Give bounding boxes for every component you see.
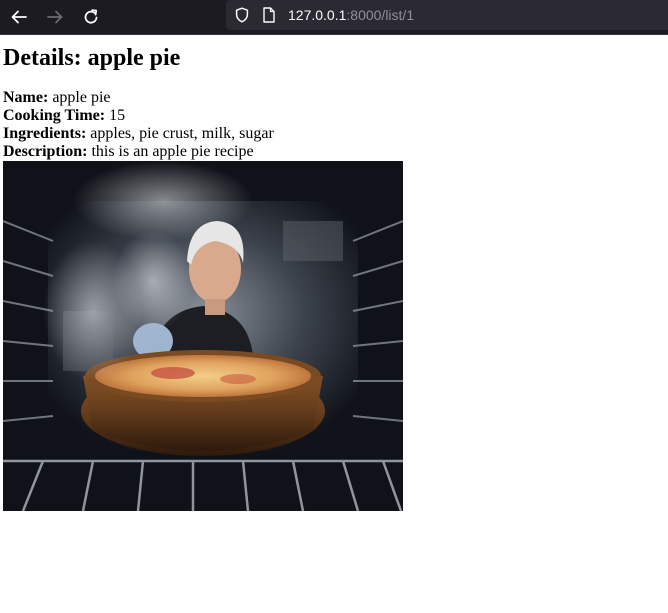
arrow-right-icon <box>47 10 63 24</box>
ingredients-label: Ingredients: <box>3 125 87 142</box>
back-button[interactable] <box>6 5 32 29</box>
reload-button[interactable] <box>78 5 104 29</box>
recipe-photo <box>3 161 403 511</box>
cooking-time-value: 15 <box>109 107 126 124</box>
name-value: apple pie <box>52 89 111 106</box>
address-bar[interactable]: 127.0.0.1:8000/list/1 <box>226 0 668 30</box>
url-text[interactable]: 127.0.0.1:8000/list/1 <box>288 7 414 23</box>
browser-toolbar: 127.0.0.1:8000/list/1 <box>0 0 668 35</box>
description-label: Description: <box>3 143 88 160</box>
cooking-time-label: Cooking Time: <box>3 107 106 124</box>
ingredients-value: apples, pie crust, milk, sugar <box>90 125 274 142</box>
shield-icon[interactable] <box>234 7 250 23</box>
description-value: this is an apple pie recipe <box>91 143 254 160</box>
ingredients-row: Ingredients: apples, pie crust, milk, su… <box>3 125 663 143</box>
url-path: :8000/list/1 <box>346 7 415 23</box>
url-host: 127.0.0.1 <box>288 7 347 23</box>
page-icon[interactable] <box>262 7 276 23</box>
forward-button[interactable] <box>42 5 68 29</box>
page-title: Details: apple pie <box>3 45 181 71</box>
description-row: Description: this is an apple pie recipe <box>3 143 663 161</box>
page-content: Details: apple pie Name: apple pie Cooki… <box>3 34 663 511</box>
reload-icon <box>84 9 98 24</box>
name-label: Name: <box>3 89 49 106</box>
cooking-time-row: Cooking Time: 15 <box>3 107 663 125</box>
name-row: Name: apple pie <box>3 89 663 107</box>
recipe-details: Name: apple pie Cooking Time: 15 Ingredi… <box>3 89 663 161</box>
arrow-left-icon <box>11 10 27 24</box>
recipe-photo-illustration <box>3 161 403 511</box>
